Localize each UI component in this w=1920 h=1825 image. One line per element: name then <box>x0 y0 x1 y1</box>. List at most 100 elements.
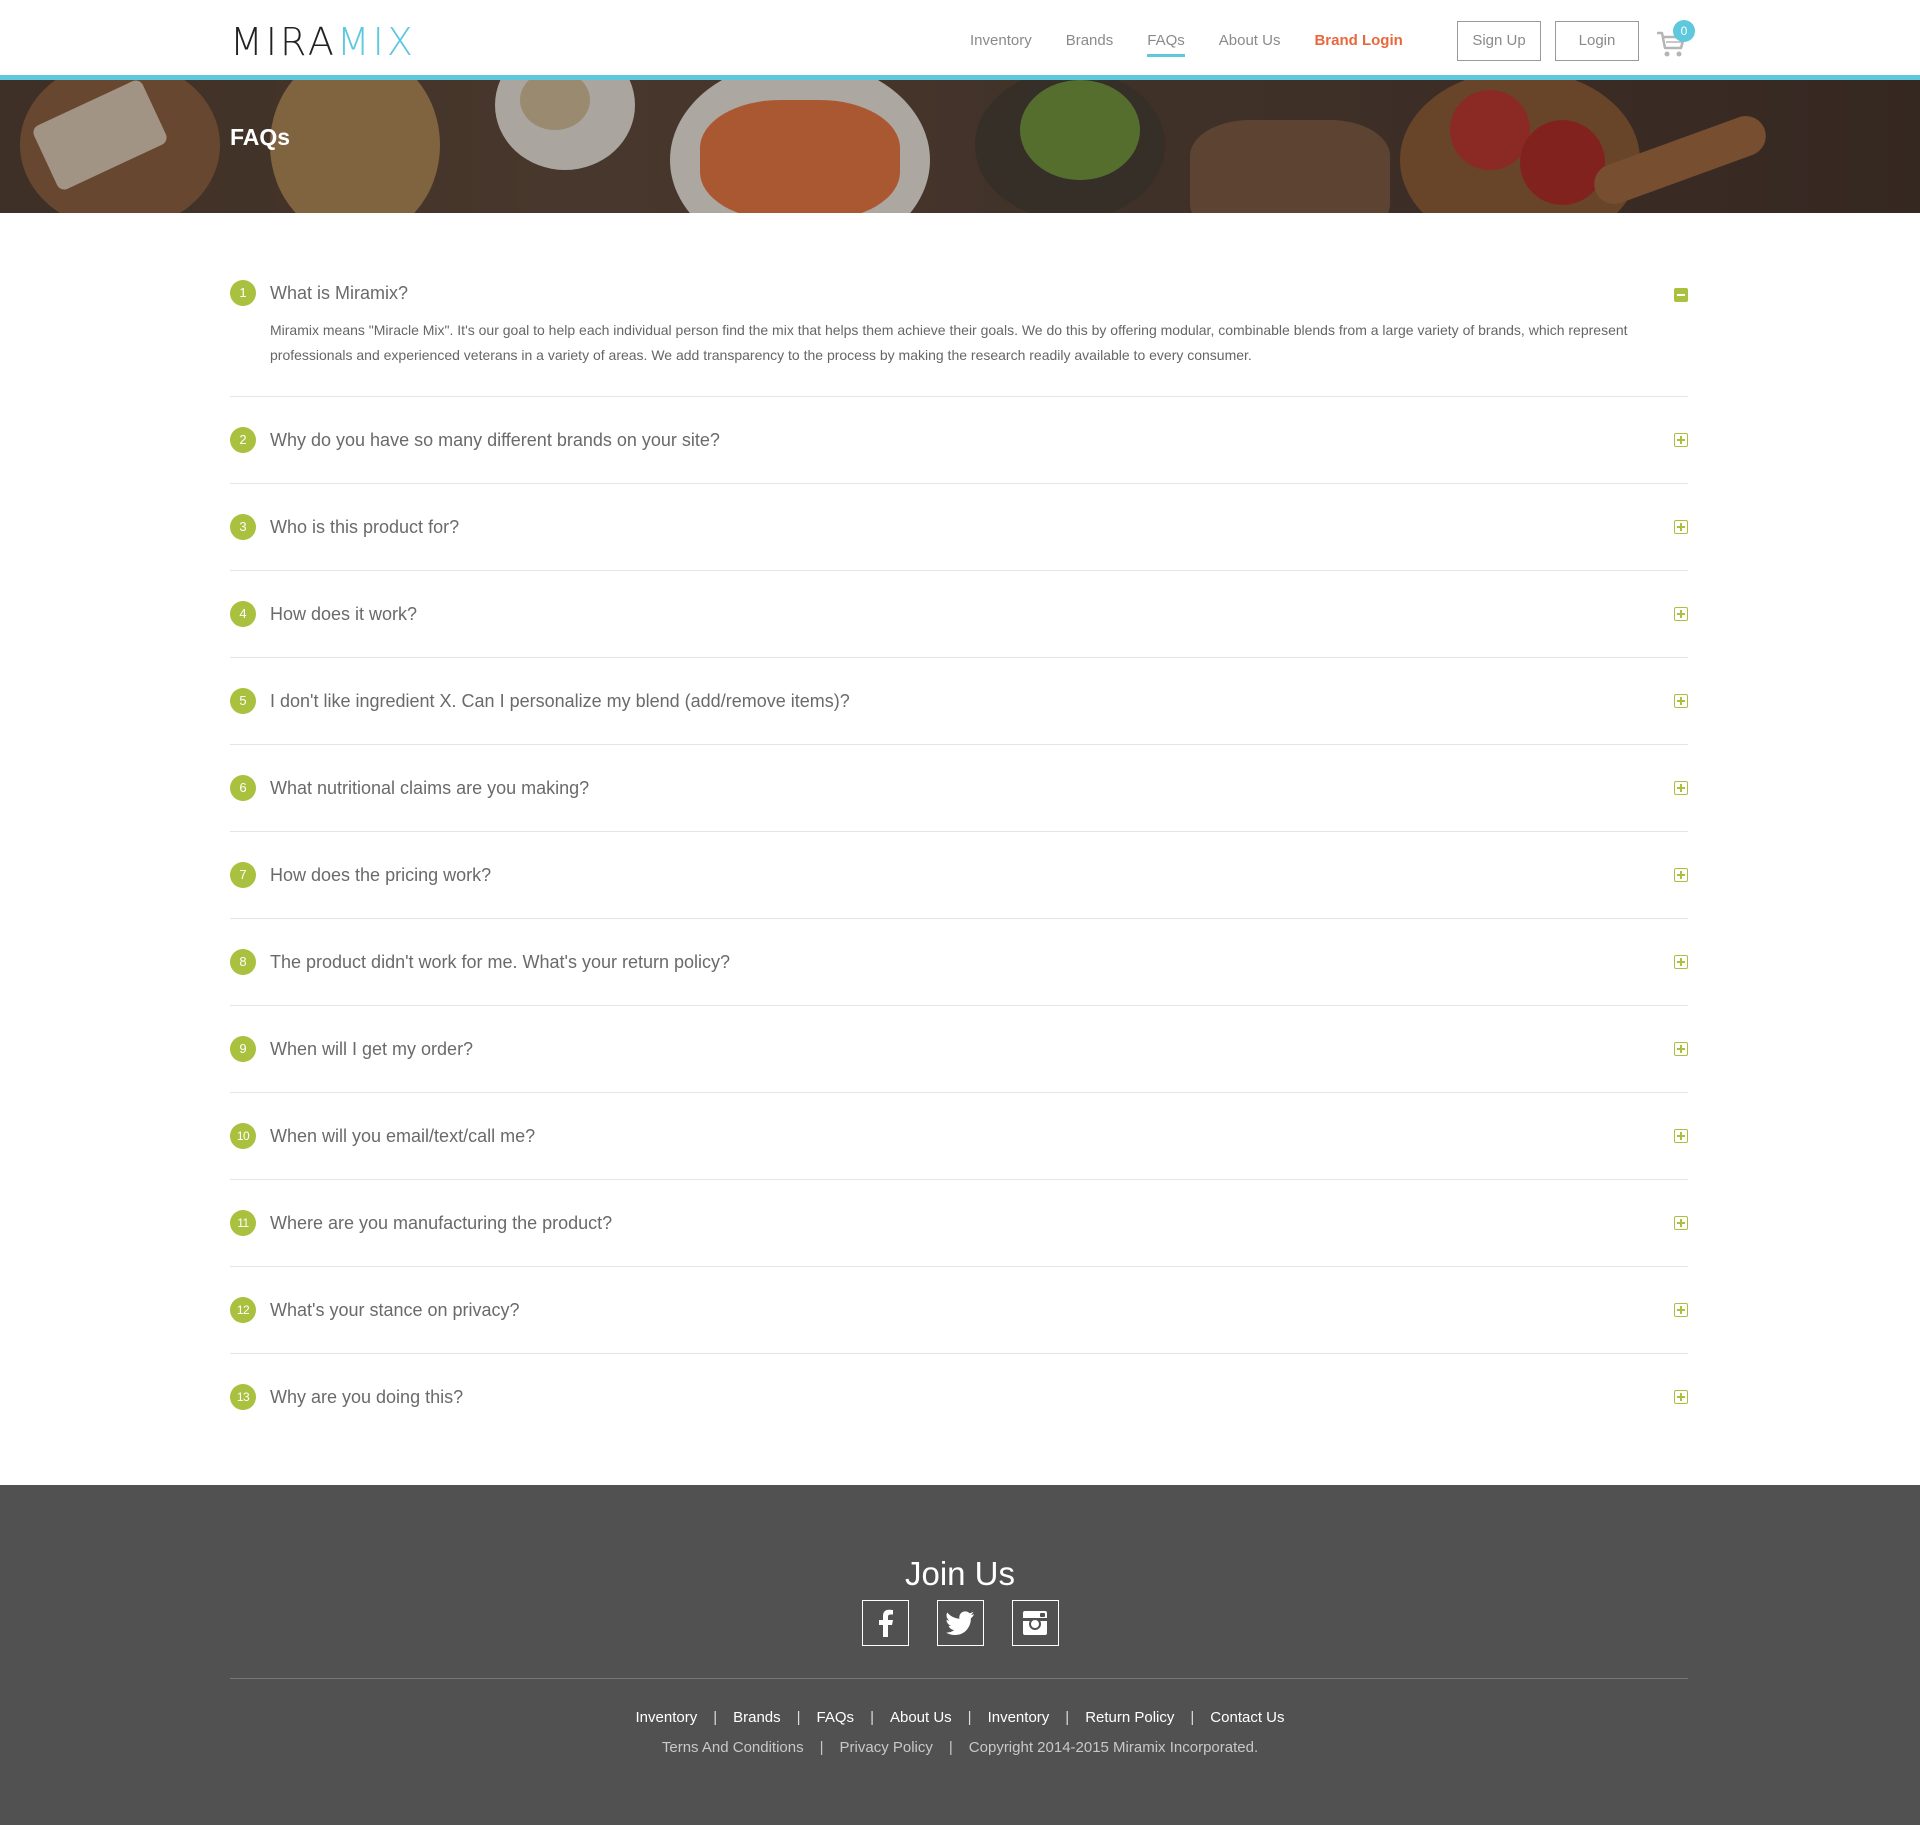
footer-separator: | <box>1190 1709 1195 1726</box>
copyright-text: Copyright 2014-2015 Miramix Incorporated… <box>968 1739 1259 1756</box>
nav-faqs[interactable]: FAQs <box>1147 32 1185 57</box>
faq-question-text: Who is this product for? <box>270 516 460 537</box>
miramix-logo[interactable]: MIRAMIX <box>230 22 416 62</box>
faq-item: 5 I don't like ingredient X. Can I person… <box>230 658 1688 745</box>
faq-item: 6 What nutritional claims are you making? <box>230 745 1688 832</box>
faq-question-row[interactable]: 2 Why do you have so many different brand… <box>230 397 1688 483</box>
faq-question-text: Why do you have so many different brands… <box>270 429 720 450</box>
footer-link-faqs[interactable]: FAQs <box>817 1709 855 1726</box>
faq-question-text: What's your stance on privacy? <box>270 1299 520 1320</box>
footer-separator: | <box>796 1709 801 1726</box>
faq-question-row[interactable]: 7 How does the pricing work? <box>230 832 1688 918</box>
faq-item: 11 Where are you manufacturing the produc… <box>230 1180 1688 1267</box>
expand-icon[interactable] <box>1674 1390 1688 1404</box>
collapse-icon[interactable] <box>1674 288 1688 302</box>
expand-icon[interactable] <box>1674 868 1688 882</box>
cart-button[interactable]: 0 <box>1655 20 1695 62</box>
faq-item: 2 Why do you have so many different brand… <box>230 397 1688 484</box>
facebook-button[interactable] <box>861 1600 909 1646</box>
site-header: MIRAMIX Inventory Brands FAQs About Us B… <box>0 0 1920 80</box>
faq-question-row[interactable]: 11 Where are you manufacturing the produc… <box>230 1180 1688 1266</box>
faq-question-row[interactable]: 1 What is Miramix? <box>230 278 1688 308</box>
instagram-icon <box>1023 1611 1047 1635</box>
faq-item: 9 When will I get my order? <box>230 1006 1688 1093</box>
faq-number-badge: 3 <box>230 514 256 540</box>
faq-list: 1 What is Miramix? Miramix means "Miracle … <box>230 213 1688 1485</box>
logo-text-mix: MIX <box>336 20 416 64</box>
faq-question-text: What nutritional claims are you making? <box>270 777 590 798</box>
twitter-button[interactable] <box>936 1600 984 1646</box>
faq-number-badge: 5 <box>230 688 256 714</box>
footer-separator: | <box>967 1709 972 1726</box>
faq-number-badge: 2 <box>230 427 256 453</box>
faq-question-text: What is Miramix? <box>270 282 409 303</box>
twitter-icon <box>946 1611 974 1635</box>
expand-icon[interactable] <box>1674 781 1688 795</box>
nav-about-us[interactable]: About Us <box>1219 32 1281 55</box>
expand-icon[interactable] <box>1674 607 1688 621</box>
faq-number-badge: 10 <box>230 1123 256 1149</box>
footer-separator: | <box>870 1709 874 1726</box>
faq-number-badge: 9 <box>230 1036 256 1062</box>
faq-answer-text: Miramix means "Miracle Mix". It's our go… <box>270 322 1628 363</box>
faq-item: 7 How does the pricing work? <box>230 832 1688 919</box>
footer-link-inventory[interactable]: Inventory <box>636 1709 698 1726</box>
footer-separator: | <box>1065 1709 1070 1726</box>
footer-link-return-policy[interactable]: Return Policy <box>1085 1709 1174 1726</box>
faq-question-text: When will you email/text/call me? <box>270 1125 536 1146</box>
faq-number-badge: 1 <box>230 280 256 306</box>
faq-question-text: Where are you manufacturing the product? <box>270 1212 613 1233</box>
footer-nav: Inventory | Brands | FAQs | About Us | Inventory… <box>0 1709 1920 1726</box>
footer-link-inventory-2[interactable]: Inventory <box>988 1709 1050 1726</box>
nav-brand-login[interactable]: Brand Login <box>1314 32 1402 55</box>
faq-number-badge: 13 <box>230 1384 256 1410</box>
footer-separator: | <box>819 1739 824 1756</box>
expand-icon[interactable] <box>1674 955 1688 969</box>
logo-text-mira: MIRA <box>230 20 337 64</box>
social-links <box>0 1600 1920 1646</box>
footer-link-terms[interactable]: Terns And Conditions <box>662 1739 804 1756</box>
faq-item: 13 Why are you doing this? <box>230 1354 1688 1440</box>
faq-question-row[interactable]: 3 Who is this product for? <box>230 484 1688 570</box>
faq-question-row[interactable]: 10 When will you email/text/call me? <box>230 1093 1688 1179</box>
faq-number-badge: 4 <box>230 601 256 627</box>
main-nav: Inventory Brands FAQs About Us Brand Log… <box>970 32 1437 57</box>
faq-item: 8 The product didn't work for me. What's … <box>230 919 1688 1006</box>
faq-item: 1 What is Miramix? Miramix means "Miracle … <box>230 278 1688 397</box>
cart-count-badge: 0 <box>1673 20 1695 42</box>
faq-question-row[interactable]: 5 I don't like ingredient X. Can I person… <box>230 658 1688 744</box>
site-footer: Join Us Inventory | Brands | FAQs | About Us | I… <box>0 1485 1920 1825</box>
faq-item: 10 When will you email/text/call me? <box>230 1093 1688 1180</box>
nav-brands[interactable]: Brands <box>1066 32 1114 55</box>
faq-item: 3 Who is this product for? <box>230 484 1688 571</box>
expand-icon[interactable] <box>1674 1303 1688 1317</box>
faq-question-row[interactable]: 12 What's your stance on privacy? <box>230 1267 1688 1353</box>
instagram-button[interactable] <box>1011 1600 1059 1646</box>
footer-link-brands[interactable]: Brands <box>733 1709 781 1726</box>
sign-up-button[interactable]: Sign Up <box>1457 21 1541 61</box>
faq-question-text: The product didn't work for me. What's y… <box>270 951 731 972</box>
nav-inventory[interactable]: Inventory <box>970 32 1032 55</box>
footer-legal: Terns And Conditions | Privacy Policy | Copy… <box>0 1739 1920 1756</box>
faq-item: 4 How does it work? <box>230 571 1688 658</box>
expand-icon[interactable] <box>1674 694 1688 708</box>
facebook-icon <box>879 1609 893 1637</box>
faq-number-badge: 11 <box>230 1210 256 1236</box>
faq-number-badge: 6 <box>230 775 256 801</box>
expand-icon[interactable] <box>1674 1216 1688 1230</box>
expand-icon[interactable] <box>1674 1042 1688 1056</box>
faq-question-row[interactable]: 6 What nutritional claims are you making? <box>230 745 1688 831</box>
faq-question-row[interactable]: 13 Why are you doing this? <box>230 1354 1688 1440</box>
login-button[interactable]: Login <box>1555 21 1639 61</box>
expand-icon[interactable] <box>1674 1129 1688 1143</box>
faq-question-text: Why are you doing this? <box>270 1386 464 1407</box>
faq-question-row[interactable]: 4 How does it work? <box>230 571 1688 657</box>
faq-question-row[interactable]: 8 The product didn't work for me. What's … <box>230 919 1688 1005</box>
faq-question-row[interactable]: 9 When will I get my order? <box>230 1006 1688 1092</box>
expand-icon[interactable] <box>1674 433 1688 447</box>
footer-link-about-us[interactable]: About Us <box>890 1709 952 1726</box>
footer-link-privacy[interactable]: Privacy Policy <box>840 1739 933 1756</box>
expand-icon[interactable] <box>1674 520 1688 534</box>
faq-number-badge: 12 <box>230 1297 256 1323</box>
footer-link-contact-us[interactable]: Contact Us <box>1210 1709 1284 1726</box>
